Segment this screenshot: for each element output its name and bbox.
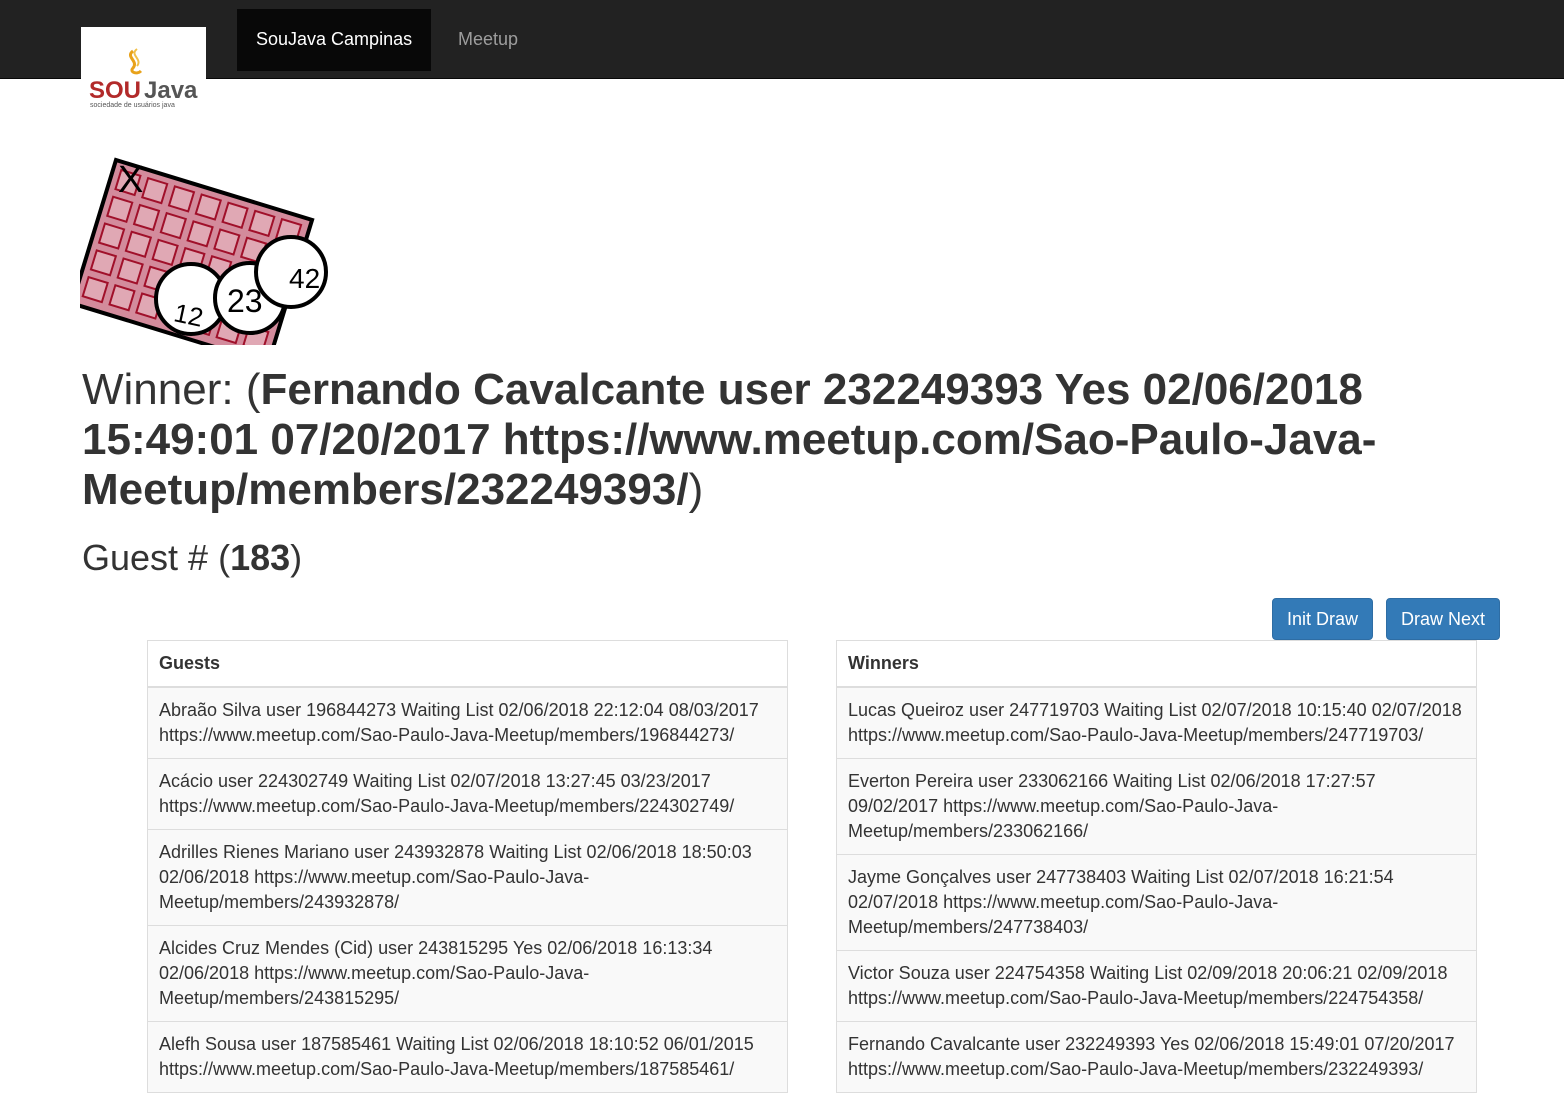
ball-42: 42 (289, 263, 320, 294)
mark-x-icon: X (118, 159, 143, 201)
bingo-cell (108, 284, 136, 312)
winner-row: Everton Pereira user 233062166 Waiting L… (837, 758, 1476, 854)
bingo-cell (159, 211, 188, 240)
bingo-cell (186, 220, 214, 248)
bingo-cell (124, 230, 153, 258)
bingo-cell (213, 228, 241, 256)
winner-heading: Winner: (Fernando Cavalcante user 232249… (82, 365, 1377, 514)
bingo-card-image: X 12 23 42 (80, 157, 328, 345)
guest-row: Alefh Sousa user 187585461 Waiting List … (148, 1021, 787, 1092)
svg-text:sociedade de usuários java: sociedade de usuários java (90, 102, 175, 109)
soujava-logo[interactable]: SOU Java sociedade de usuários java (81, 27, 206, 110)
bingo-cell (221, 201, 249, 229)
bingo-cell (89, 249, 118, 277)
nav-item-soujava-campinas[interactable]: SouJava Campinas (237, 9, 432, 71)
bingo-cell (194, 193, 223, 221)
bingo-cell (151, 238, 179, 267)
winners-heading: Winners (837, 641, 1476, 688)
guest-row: Adrilles Rienes Mariano user 243932878 W… (148, 829, 787, 925)
guest-row: Alcides Cruz Mendes (Cid) user 243815295… (148, 925, 787, 1021)
nav-item-meetup[interactable]: Meetup (439, 9, 537, 71)
guest-row: Acácio user 224302749 Waiting List 02/07… (148, 758, 787, 829)
winners-list: Lucas Queiroz user 247719703 Waiting Lis… (837, 688, 1476, 1092)
svg-text:Java: Java (144, 77, 198, 104)
bingo-cell (97, 222, 126, 250)
winner-row: Lucas Queiroz user 247719703 Waiting Lis… (837, 688, 1476, 758)
winner-row: Fernando Cavalcante user 232249393 Yes 0… (837, 1021, 1476, 1092)
guest-count: Guest # (183) (82, 537, 303, 578)
bingo-cell (167, 185, 196, 213)
guests-heading: Guests (148, 641, 787, 688)
guests-panel: Guests Abraão Silva user 196844273 Waiti… (147, 640, 788, 1093)
ball-12: 12 (171, 297, 206, 332)
draw-next-button[interactable]: Draw Next (1386, 598, 1500, 640)
ball-23: 23 (227, 283, 263, 319)
winners-panel: Winners Lucas Queiroz user 247719703 Wai… (836, 640, 1477, 1093)
winner-row: Jayme Gonçalves user 247738403 Waiting L… (837, 854, 1476, 950)
guests-list: Abraão Silva user 196844273 Waiting List… (148, 688, 787, 1092)
bingo-cell (116, 257, 144, 285)
top-navbar: SouJava Campinas Meetup (0, 0, 1564, 79)
init-draw-button[interactable]: Init Draw (1272, 598, 1373, 640)
bingo-cell (248, 209, 276, 238)
bingo-cell (132, 203, 161, 232)
bingo-cell (81, 275, 109, 304)
winner-value: Fernando Cavalcante user 232249393 Yes 0… (82, 365, 1377, 514)
guest-count-value: 183 (230, 537, 291, 578)
guest-row: Abraão Silva user 196844273 Waiting List… (148, 688, 787, 758)
winner-row: Victor Souza user 224754358 Waiting List… (837, 950, 1476, 1021)
bingo-cell (140, 176, 169, 205)
svg-text:SOU: SOU (89, 77, 141, 104)
